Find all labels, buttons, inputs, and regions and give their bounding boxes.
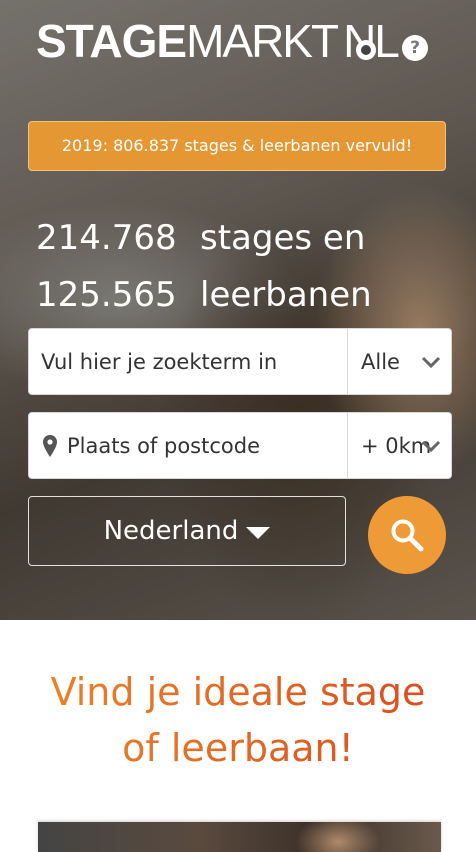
headline-line-2: of leerbaan!	[122, 726, 354, 770]
country-select-value: Nederland	[103, 516, 239, 546]
keyword-input[interactable]	[29, 329, 347, 394]
category-select[interactable]: Alle	[361, 329, 400, 394]
logo-text-light: MARKT	[186, 15, 339, 67]
keyword-search-field: Alle	[28, 328, 452, 395]
chevron-down-icon	[421, 440, 441, 453]
location-search-field: + 0km	[28, 412, 452, 479]
jobs-label: leerbanen	[200, 275, 372, 315]
jobs-stat: 125.565 leerbanen	[36, 267, 372, 324]
stages-count: 214.768	[36, 218, 177, 258]
stages-stat: 214.768 stages en	[36, 210, 372, 267]
chevron-down-icon	[421, 356, 441, 369]
logo-text-bold: STAGE	[36, 15, 187, 67]
search-icon	[391, 519, 424, 552]
headline-line-1: Vind je ideale stage	[50, 670, 426, 714]
featured-photo	[38, 822, 441, 852]
jobs-count: 125.565	[36, 275, 177, 315]
category-select-value: Alle	[361, 350, 400, 374]
hero-section: STAGE MARKT NL ? 2019: 806.837 stages & …	[0, 0, 476, 620]
caret-down-icon	[246, 527, 271, 539]
field-divider	[347, 413, 348, 478]
help-icon[interactable]: ?	[402, 35, 428, 61]
field-divider	[347, 329, 348, 394]
search-button[interactable]	[368, 496, 446, 574]
country-select[interactable]: Nederland	[28, 496, 346, 566]
page-headline: Vind je ideale stage of leerbaan!	[0, 664, 476, 776]
location-input[interactable]	[29, 413, 347, 478]
logo-badge-icon	[356, 40, 376, 60]
stats-banner[interactable]: 2019: 806.837 stages & leerbanen vervuld…	[28, 121, 446, 171]
site-logo[interactable]: STAGE MARKT NL	[36, 15, 400, 67]
stages-label: stages en	[200, 218, 366, 258]
vacancy-stats: 214.768 stages en 125.565 leerbanen	[36, 210, 372, 324]
